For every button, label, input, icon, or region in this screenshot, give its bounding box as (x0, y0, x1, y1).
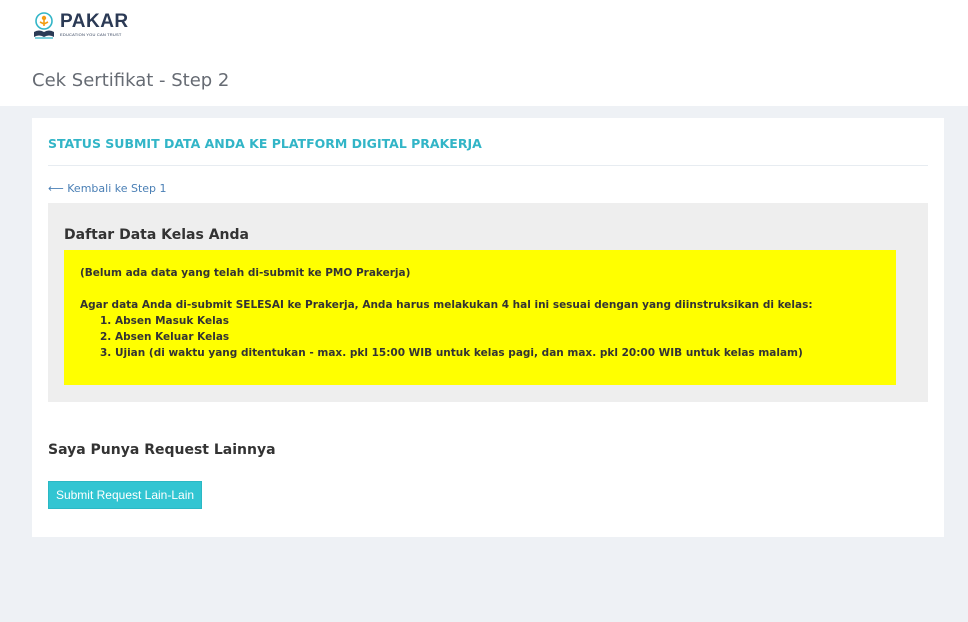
pakar-logo[interactable]: PAKAR EDUCATION YOU CAN TRUST (32, 12, 129, 40)
top-bar: PAKAR EDUCATION YOU CAN TRUST Cek Sertif… (0, 0, 968, 106)
card-header: STATUS SUBMIT DATA ANDA KE PLATFORM DIGI… (48, 118, 928, 166)
notice-box: (Belum ada data yang telah di-submit ke … (64, 250, 896, 385)
logo-wordmark: PAKAR (60, 11, 129, 32)
back-to-step1-link[interactable]: ⟵ Kembali ke Step 1 (48, 182, 167, 196)
pakar-logo-icon (32, 12, 56, 40)
logo-tagline: EDUCATION YOU CAN TRUST (60, 32, 122, 37)
steps-list: 1. Absen Masuk Kelas 2. Absen Keluar Kel… (100, 313, 803, 361)
status-card: STATUS SUBMIT DATA ANDA KE PLATFORM DIGI… (32, 118, 944, 537)
submit-request-button[interactable]: Submit Request Lain-Lain (48, 481, 202, 509)
list-item: 2. Absen Keluar Kelas (100, 331, 230, 343)
class-data-panel: Daftar Data Kelas Anda (Belum ada data y… (48, 203, 928, 402)
request-section-title: Saya Punya Request Lainnya (48, 442, 276, 458)
instruction-text: Agar data Anda di-submit SELESAI ke Prak… (80, 299, 813, 311)
page-title: Cek Sertifikat - Step 2 (32, 70, 230, 91)
list-item: 1. Absen Masuk Kelas (100, 315, 229, 327)
list-item: 3. Ujian (di waktu yang ditentukan - max… (100, 347, 803, 359)
class-data-title: Daftar Data Kelas Anda (64, 227, 249, 243)
card-title: STATUS SUBMIT DATA ANDA KE PLATFORM DIGI… (48, 136, 482, 151)
empty-message: (Belum ada data yang telah di-submit ke … (80, 267, 411, 279)
